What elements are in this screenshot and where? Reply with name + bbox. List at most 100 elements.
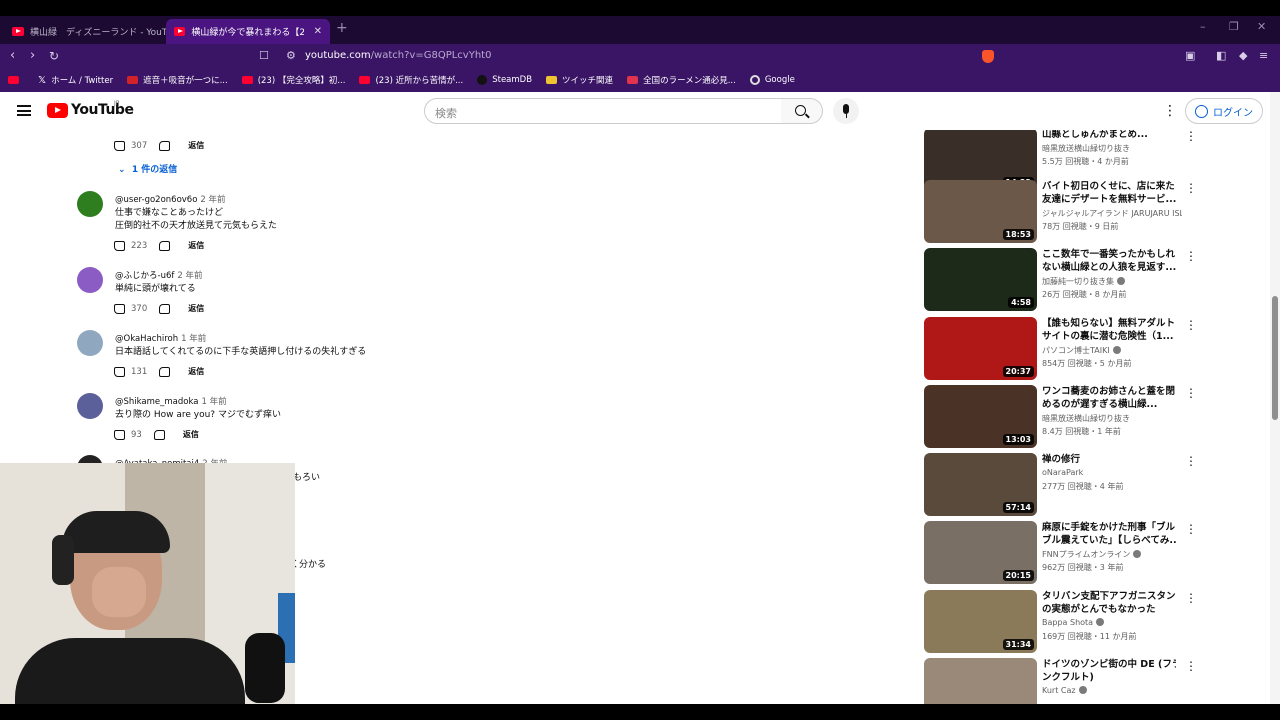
related-video-item[interactable]: 13:03 ワンコ蕎麦のお姉さんと蓋を閉 めるのが遅すぎる横山緑... 暗黒放送横山緑…: [924, 385, 1270, 449]
search-button[interactable]: [781, 98, 823, 124]
media-icon[interactable]: ▣: [1185, 49, 1195, 62]
video-channel[interactable]: 暗黒放送横山緑切り抜き: [1042, 143, 1182, 154]
replies-toggle[interactable]: ⌄ 1 件の返信: [118, 162, 177, 175]
related-video-item[interactable]: 31:34 タリバン支配下アフガニスタン の実態がとんでもなかった Bappa Sho…: [924, 590, 1270, 654]
video-title[interactable]: ドイツのゾンビ街の中 DE (フラ ンクフルト): [1042, 658, 1176, 684]
bookmark-folder[interactable]: ツイッチ関連: [546, 74, 613, 86]
related-video-item[interactable]: 20:37 【誰も知らない】無料アダルト サイトの裏に潜む危険性（1... パソコン博…: [924, 317, 1270, 381]
video-channel[interactable]: FNNプライムオンライン: [1042, 549, 1182, 560]
like-icon[interactable]: [114, 429, 125, 440]
avatar[interactable]: [77, 191, 103, 217]
like-icon[interactable]: [114, 366, 125, 377]
comment-author[interactable]: @OkaHachiroh 1 年前: [115, 332, 206, 344]
video-menu-icon[interactable]: ⋮: [1185, 182, 1197, 194]
video-thumbnail[interactable]: 20:37: [924, 317, 1037, 380]
reply-button[interactable]: 返信: [188, 240, 204, 251]
related-video-item[interactable]: 18:53 バイト初日のくせに、店に来た 友達にデザートを無料サービ... ジャルジャ…: [924, 180, 1270, 244]
reply-button[interactable]: 返信: [188, 140, 204, 151]
video-thumbnail[interactable]: [924, 658, 1037, 704]
comment-author[interactable]: @user-go2on6ov6o 2 年前: [115, 193, 226, 205]
bookmark-twitter[interactable]: 𝕏 ホーム / Twitter: [38, 74, 113, 87]
video-title[interactable]: バイト初日のくせに、店に来た 友達にデザートを無料サービ...: [1042, 180, 1176, 206]
video-channel[interactable]: 加藤純一切り抜き集: [1042, 276, 1182, 287]
settings-kebab-icon[interactable]: ⋮: [1163, 104, 1177, 118]
reload-icon[interactable]: ↻: [49, 48, 59, 64]
close-window-icon[interactable]: ✕: [1257, 20, 1266, 33]
video-menu-icon[interactable]: ⋮: [1185, 523, 1197, 535]
bookmark-item[interactable]: [8, 76, 24, 84]
video-thumbnail[interactable]: 18:53: [924, 180, 1037, 243]
video-thumbnail[interactable]: 57:14: [924, 453, 1037, 516]
avatar[interactable]: [77, 393, 103, 419]
bookmark-steamdb[interactable]: SteamDB: [477, 75, 532, 85]
dislike-icon[interactable]: [153, 429, 165, 440]
related-video-item[interactable]: 57:14 禅の修行 oNaraPark 277万 回視聴・4 年前 ⋮: [924, 453, 1270, 517]
tab-youtube-disney[interactable]: 横山緑 ディズニーランド - YouTube: [4, 19, 191, 44]
like-icon[interactable]: [114, 240, 125, 251]
video-thumbnail[interactable]: 4:58: [924, 248, 1037, 311]
reply-button[interactable]: 返信: [188, 366, 204, 377]
video-thumbnail[interactable]: 13:03: [924, 385, 1037, 448]
avatar[interactable]: [77, 267, 103, 293]
video-title[interactable]: 麻原に手錠をかけた刑事「ブル ブル震えていた」【しらべてみ...: [1042, 521, 1176, 547]
youtube-wordmark[interactable]: YouTube: [71, 102, 134, 118]
search-input[interactable]: 検索: [424, 98, 782, 124]
menu-icon[interactable]: ≡: [1259, 49, 1268, 62]
sidebar-icon[interactable]: ◧: [1216, 49, 1226, 62]
forward-icon[interactable]: ›: [30, 48, 35, 64]
video-menu-icon[interactable]: ⋮: [1185, 319, 1197, 331]
reply-button[interactable]: 返信: [188, 303, 204, 314]
scrollbar-thumb[interactable]: [1272, 296, 1278, 420]
bookmark-item[interactable]: 遮音＋吸音が一つに...: [127, 74, 228, 86]
site-settings-icon[interactable]: ⚙: [286, 49, 296, 62]
video-channel[interactable]: oNaraPark: [1042, 468, 1182, 477]
login-button[interactable]: ログイン: [1185, 98, 1263, 124]
voice-search-icon[interactable]: [833, 98, 859, 124]
address-bar[interactable]: youtube.com/watch?v=G8QPLcvYht0: [305, 50, 491, 61]
brave-shield-icon[interactable]: [982, 50, 994, 63]
video-title[interactable]: ここ数年で一番笑ったかもしれ ない横山緑との人狼を見返す...: [1042, 248, 1176, 274]
comment-author[interactable]: @Shikame_madoka 1 年前: [115, 395, 227, 407]
video-channel[interactable]: Kurt Caz: [1042, 686, 1182, 695]
dislike-icon[interactable]: [159, 366, 171, 377]
tab-youtube-active[interactable]: 横山緑が今で暴れまわる【2010/03... ✕: [166, 19, 330, 44]
related-video-item[interactable]: 20:15 麻原に手錠をかけた刑事「ブル ブル震えていた」【しらべてみ... FNNプ…: [924, 521, 1270, 585]
video-thumbnail[interactable]: 31:34: [924, 590, 1037, 653]
video-title[interactable]: 【誰も知らない】無料アダルト サイトの裏に潜む危険性（1...: [1042, 317, 1176, 343]
avatar[interactable]: [77, 330, 103, 356]
video-menu-icon[interactable]: ⋮: [1185, 592, 1197, 604]
youtube-logo-icon[interactable]: [47, 103, 68, 118]
bookmark-google[interactable]: Google: [749, 75, 795, 85]
dislike-icon[interactable]: [159, 240, 171, 251]
hamburger-menu-icon[interactable]: [17, 105, 31, 116]
bookmark-item[interactable]: (23) 【完全攻略】初...: [241, 74, 345, 86]
video-channel[interactable]: 暗黒放送横山緑切り抜き: [1042, 413, 1182, 424]
video-channel[interactable]: パソコン博士TAIKI: [1042, 345, 1182, 356]
video-menu-icon[interactable]: ⋮: [1185, 455, 1197, 467]
dislike-icon[interactable]: [159, 303, 171, 314]
video-menu-icon[interactable]: ⋮: [1185, 660, 1197, 672]
back-icon[interactable]: ‹: [10, 48, 15, 64]
minimize-icon[interactable]: –: [1200, 20, 1206, 33]
reply-button[interactable]: 返信: [183, 429, 199, 440]
video-menu-icon[interactable]: ⋮: [1185, 250, 1197, 262]
dislike-icon[interactable]: [159, 140, 171, 151]
video-channel[interactable]: Bappa Shota: [1042, 618, 1182, 627]
video-title[interactable]: 山縣としゅんかまとめ...: [1042, 130, 1176, 141]
related-video-item[interactable]: 4:58 ここ数年で一番笑ったかもしれ ない横山緑との人狼を見返す... 加藤純一切り…: [924, 248, 1270, 312]
video-channel[interactable]: ジャルジャルアイランド JARUJARU ISL...: [1042, 208, 1182, 219]
video-title[interactable]: ワンコ蕎麦のお姉さんと蓋を閉 めるのが遅すぎる横山緑...: [1042, 385, 1176, 411]
bookmark-item[interactable]: (23) 近所から苦情が...: [359, 74, 463, 86]
video-title[interactable]: タリバン支配下アフガニスタン の実態がとんでもなかった: [1042, 590, 1176, 616]
video-title[interactable]: 禅の修行: [1042, 453, 1176, 466]
like-icon[interactable]: [114, 140, 125, 151]
comment-author[interactable]: @ふじかろ-u6f 2 年前: [115, 269, 202, 281]
video-thumbnail[interactable]: 20:15: [924, 521, 1037, 584]
maximize-icon[interactable]: ❐: [1229, 20, 1239, 33]
video-menu-icon[interactable]: ⋮: [1185, 387, 1197, 399]
video-menu-icon[interactable]: ⋮: [1185, 130, 1197, 142]
like-icon[interactable]: [114, 303, 125, 314]
bookmark-item[interactable]: 全国のラーメン通必見...: [627, 74, 736, 86]
related-video-item[interactable]: ドイツのゾンビ街の中 DE (フラ ンクフルト) Kurt Caz ⋮: [924, 658, 1270, 704]
tab-close-icon[interactable]: ✕: [314, 26, 322, 37]
